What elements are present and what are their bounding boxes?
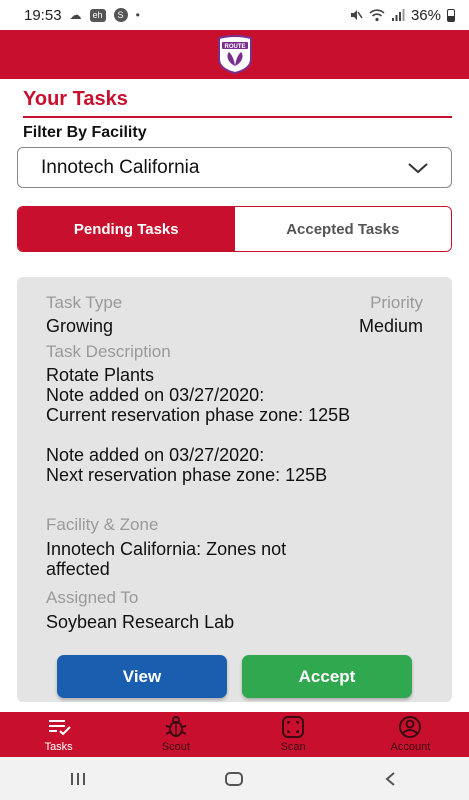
task-card: Task Type Priority Growing Medium Task D… [17,277,452,702]
nav-label-account: Account [390,741,431,753]
nav-item-scout[interactable]: Scout [117,712,234,757]
nav-item-scan[interactable]: Scan [235,712,352,757]
assigned-to-label: Assigned To [46,588,139,607]
status-bar: 19:53 ☁ eh S • 36% [0,0,469,30]
logo-text: ROUTE [224,43,245,49]
chevron-down-icon [408,162,428,173]
status-left: 19:53 ☁ eh S • [24,7,140,24]
view-button[interactable]: View [57,655,227,698]
assigned-to-value: Soybean Research Lab [46,612,235,632]
accept-button[interactable]: Accept [242,655,412,698]
account-icon [399,716,422,738]
task-description-value: Rotate Plants Note added on 03/27/2020: … [46,365,351,485]
bug-icon [165,716,187,737]
facility-zone-value: Innotech California: Zones not affected [46,539,287,579]
dot-icon: • [135,8,140,22]
nav-label-tasks: Tasks [44,741,73,753]
facility-selected-value: Innotech California [41,156,200,178]
back-button[interactable] [376,769,406,789]
bottom-nav: Tasks Scout Scan Account [0,712,469,757]
app-header: ROUTE [0,30,469,79]
s-circle-icon: S [113,8,128,22]
priority-value: Medium [358,316,423,336]
filter-label: Filter By Facility [23,124,147,141]
tab-pending-tasks[interactable]: Pending Tasks [18,207,235,251]
task-tabs: Pending Tasks Accepted Tasks [17,206,452,252]
eh-badge-icon: eh [89,8,106,22]
status-time: 19:53 [24,6,62,24]
nav-label-scout: Scout [161,741,190,753]
home-icon [225,771,244,786]
task-type-label: Task Type [46,293,123,312]
nav-label-scan: Scan [280,741,306,753]
nav-item-tasks[interactable]: Tasks [0,712,117,757]
wifi-icon [369,9,385,22]
mute-icon [350,10,363,20]
title-divider [23,116,452,118]
facility-dropdown[interactable]: Innotech California [17,147,452,188]
system-nav-bar [0,757,469,800]
battery-percent: 36% [410,6,441,24]
home-button[interactable] [219,769,249,789]
tasks-icon [48,720,71,736]
task-type-value: Growing [46,316,114,336]
cloud-icon: ☁ [69,8,82,22]
tab-accepted-tasks[interactable]: Accepted Tasks [234,207,451,251]
recent-apps-icon [71,772,86,785]
status-right: 36% [349,7,455,24]
battery-icon [447,8,455,22]
scan-icon [282,716,305,738]
route-logo-icon: ROUTE [217,34,252,74]
priority-label: Priority [370,293,423,312]
facility-zone-label: Facility & Zone [46,515,159,534]
task-description-label: Task Description [46,342,171,361]
recent-apps-button[interactable] [63,769,93,789]
nav-item-account[interactable]: Account [352,712,469,757]
page-title: Your Tasks [23,88,128,110]
signal-icon [391,9,405,21]
back-icon [385,771,395,786]
